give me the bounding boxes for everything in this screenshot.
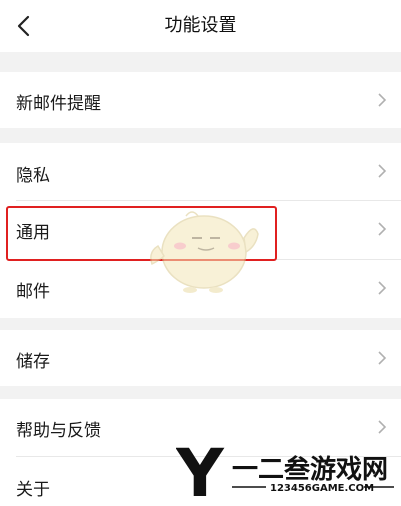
setting-label: 隐私	[16, 166, 50, 186]
top-bar: 功能设置	[0, 0, 401, 52]
setting-label: 通用	[16, 223, 50, 243]
setting-privacy[interactable]: 隐私	[0, 143, 401, 200]
setting-storage[interactable]: 储存	[0, 330, 401, 386]
setting-label: 邮件	[16, 282, 50, 302]
chevron-right-icon	[378, 351, 387, 365]
chevron-right-icon	[378, 281, 387, 295]
watermark-name: 一二叁游戏网	[232, 454, 388, 485]
watermark-letter: Y	[176, 436, 225, 502]
setting-label: 储存	[16, 352, 50, 372]
chevron-right-icon	[378, 93, 387, 107]
setting-label: 关于	[16, 480, 50, 500]
mascot-illustration	[150, 211, 259, 293]
setting-new-mail-alert[interactable]: 新邮件提醒	[0, 72, 401, 128]
chevron-right-icon	[378, 164, 387, 178]
setting-label: 帮助与反馈	[16, 421, 101, 441]
watermark-url: 123456GAME.COM	[270, 483, 374, 494]
page-title: 功能设置	[164, 15, 237, 36]
watermark-logo: Y 一二叁游戏网 123456GAME.COM	[176, 436, 394, 502]
chevron-right-icon	[378, 222, 387, 236]
setting-label: 新邮件提醒	[16, 94, 101, 114]
chevron-right-icon	[378, 420, 387, 434]
